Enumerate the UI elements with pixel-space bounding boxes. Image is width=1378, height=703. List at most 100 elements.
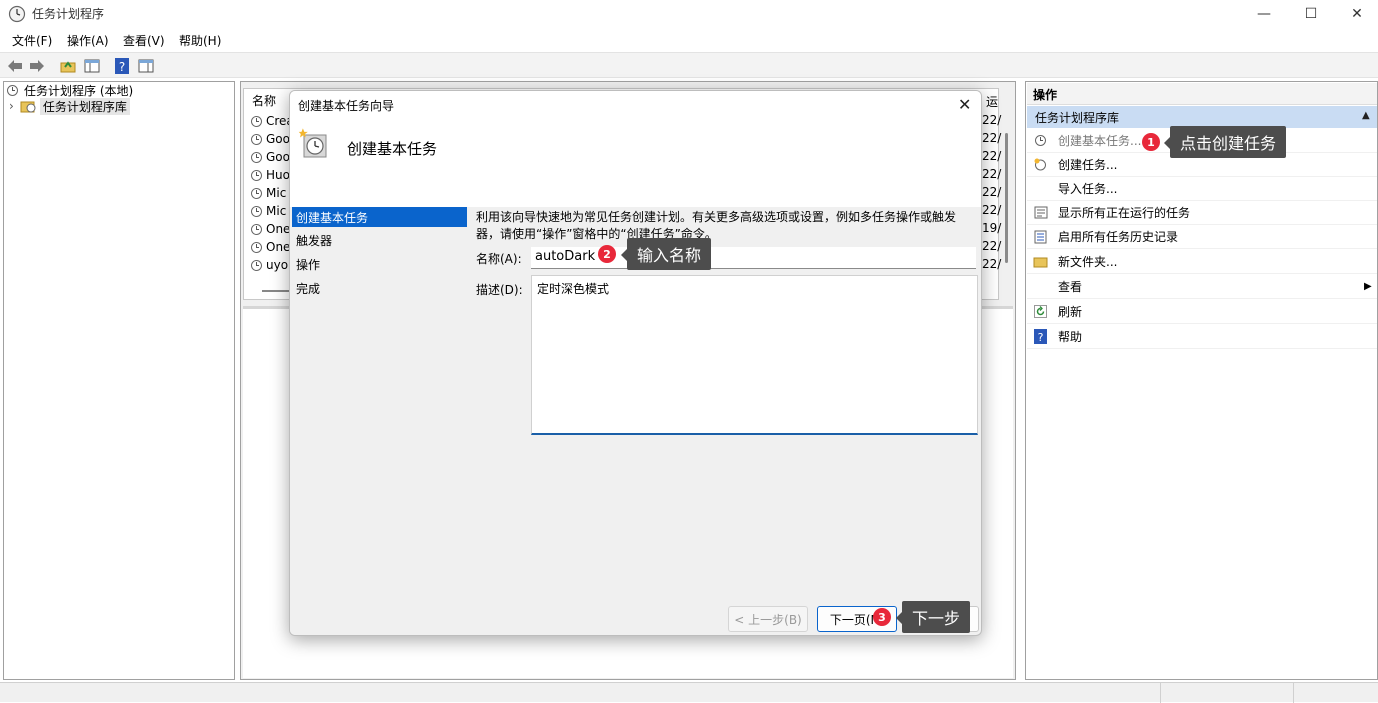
action-enable-history[interactable]: 启用所有任务历史记录 bbox=[1027, 225, 1377, 249]
action-label: 启用所有任务历史记录 bbox=[1058, 230, 1179, 244]
refresh-icon bbox=[1033, 304, 1048, 319]
task-date: 22/ bbox=[982, 185, 1002, 199]
console-tree bbox=[3, 81, 235, 680]
task-date: 22/ bbox=[982, 113, 1002, 127]
submenu-arrow-icon: ▶ bbox=[1364, 281, 1372, 292]
annotation-badge-2: 2 bbox=[598, 245, 616, 263]
task-row[interactable]: Huo bbox=[251, 166, 290, 184]
task-name: One bbox=[266, 222, 291, 236]
task-row[interactable]: Goo bbox=[251, 130, 290, 148]
action-label: 导入任务... bbox=[1058, 182, 1118, 196]
folder-icon bbox=[1033, 254, 1048, 269]
folder-clock-icon bbox=[20, 101, 36, 113]
help-toolbar-button[interactable]: ? bbox=[112, 56, 132, 76]
step-action[interactable]: 操作 bbox=[292, 254, 467, 274]
create-basic-task-icon bbox=[1033, 133, 1048, 148]
svg-text:?: ? bbox=[1038, 331, 1044, 344]
column-header-status[interactable]: 运 bbox=[986, 93, 998, 110]
close-window-button[interactable]: ✕ bbox=[1334, 0, 1378, 28]
status-segment bbox=[1293, 683, 1378, 703]
task-clock-icon bbox=[251, 259, 262, 271]
action-label: 刷新 bbox=[1058, 305, 1083, 319]
task-clock-icon bbox=[251, 151, 262, 163]
action-pane-icon bbox=[138, 59, 154, 73]
arrow-right-icon bbox=[30, 60, 44, 72]
action-view[interactable]: 查看 bbox=[1027, 275, 1377, 299]
scrollbar-thumb[interactable] bbox=[1005, 133, 1008, 263]
menu-help[interactable]: 帮助(H) bbox=[179, 32, 221, 49]
action-import-task[interactable]: 导入任务... bbox=[1027, 177, 1377, 201]
task-description-textarea[interactable]: 定时深色模式 bbox=[531, 275, 978, 435]
horizontal-scrollbar-thumb[interactable] bbox=[262, 290, 290, 292]
task-date: 22/ bbox=[982, 257, 1002, 271]
task-row[interactable]: Mic bbox=[251, 202, 286, 220]
create-task-icon bbox=[1033, 157, 1048, 172]
task-name: Goo bbox=[266, 132, 290, 146]
column-header-name[interactable]: 名称 bbox=[252, 92, 276, 109]
up-folder-button[interactable] bbox=[58, 56, 78, 76]
task-clock-icon bbox=[251, 169, 262, 181]
task-row[interactable]: Goo bbox=[251, 148, 290, 166]
description-label: 描述(D): bbox=[476, 283, 523, 297]
wizard-task-clock-icon bbox=[298, 128, 327, 158]
action-new-folder[interactable]: 新文件夹... bbox=[1027, 250, 1377, 274]
window-title: 任务计划程序 bbox=[32, 7, 105, 21]
tree-root[interactable]: 任务计划程序 (本地) bbox=[7, 82, 133, 98]
dialog-heading: 创建基本任务 bbox=[347, 140, 438, 158]
history-icon bbox=[1033, 229, 1048, 244]
dialog-close-icon[interactable]: ✕ bbox=[958, 95, 971, 114]
menu-file[interactable]: 文件(F) bbox=[12, 32, 52, 49]
folder-up-icon bbox=[60, 61, 76, 73]
task-scheduler-clock-icon bbox=[7, 84, 18, 96]
help-icon: ? bbox=[115, 58, 129, 74]
tree-library-item[interactable]: › 任务计划程序库 bbox=[9, 97, 130, 115]
help-icon: ? bbox=[1033, 329, 1048, 344]
status-segment bbox=[1160, 683, 1293, 703]
vertical-scrollbar[interactable] bbox=[1003, 88, 1011, 298]
chevron-right-icon[interactable]: › bbox=[9, 99, 14, 113]
close-icon: ✕ bbox=[1351, 6, 1363, 22]
task-date: 22/ bbox=[982, 167, 1002, 181]
tree-root-label: 任务计划程序 (本地) bbox=[24, 83, 134, 98]
actions-section-header[interactable]: 任务计划程序库 bbox=[1027, 106, 1377, 128]
action-refresh[interactable]: 刷新 bbox=[1027, 300, 1377, 324]
collapse-up-icon[interactable]: ▲ bbox=[1362, 110, 1370, 121]
action-label: 查看 bbox=[1058, 280, 1083, 294]
action-label: 创建任务... bbox=[1058, 158, 1118, 172]
tree-library-label: 任务计划程序库 bbox=[39, 97, 130, 115]
task-row[interactable]: One bbox=[251, 238, 290, 256]
arrow-left-icon bbox=[8, 60, 22, 72]
task-clock-icon bbox=[251, 115, 262, 127]
back-button[interactable]: < 上一步(B) bbox=[728, 606, 808, 632]
action-help[interactable]: ? 帮助 bbox=[1027, 325, 1377, 349]
menu-action[interactable]: 操作(A) bbox=[67, 32, 109, 49]
wizard-steps: 创建基本任务 触发器 操作 完成 bbox=[290, 207, 467, 635]
status-bar bbox=[0, 682, 1378, 703]
action-label: 创建基本任务... bbox=[1058, 134, 1142, 148]
forward-button[interactable] bbox=[27, 56, 47, 76]
back-button[interactable] bbox=[5, 56, 25, 76]
action-show-running-tasks[interactable]: 显示所有正在运行的任务 bbox=[1027, 201, 1377, 225]
task-name: Mic bbox=[266, 186, 287, 200]
show-hide-console-tree-button[interactable] bbox=[82, 56, 102, 76]
svg-text:?: ? bbox=[119, 60, 125, 74]
show-hide-action-pane-button[interactable] bbox=[136, 56, 156, 76]
task-row[interactable]: uyo bbox=[251, 256, 288, 274]
maximize-button[interactable]: ☐ bbox=[1288, 0, 1334, 28]
menu-view[interactable]: 查看(V) bbox=[123, 32, 165, 49]
window-titlebar: 任务计划程序 — ☐ ✕ bbox=[0, 0, 1378, 28]
task-row[interactable]: Mic bbox=[251, 184, 286, 202]
step-finish[interactable]: 完成 bbox=[292, 278, 467, 298]
step-trigger[interactable]: 触发器 bbox=[292, 230, 467, 250]
minimize-button[interactable]: — bbox=[1241, 0, 1287, 28]
maximize-icon: ☐ bbox=[1304, 6, 1318, 22]
task-date: 22/ bbox=[982, 131, 1002, 145]
annotation-callout-3: 下一步 bbox=[895, 601, 971, 633]
task-row[interactable]: One bbox=[251, 220, 290, 238]
task-clock-icon bbox=[251, 223, 262, 235]
task-clock-icon bbox=[251, 241, 262, 253]
task-row[interactable]: Crea bbox=[251, 112, 294, 130]
action-label: 新文件夹... bbox=[1058, 255, 1118, 269]
menu-bar: 文件(F) 操作(A) 查看(V) 帮助(H) bbox=[0, 29, 1378, 51]
step-create-basic-task[interactable]: 创建基本任务 bbox=[292, 207, 467, 227]
